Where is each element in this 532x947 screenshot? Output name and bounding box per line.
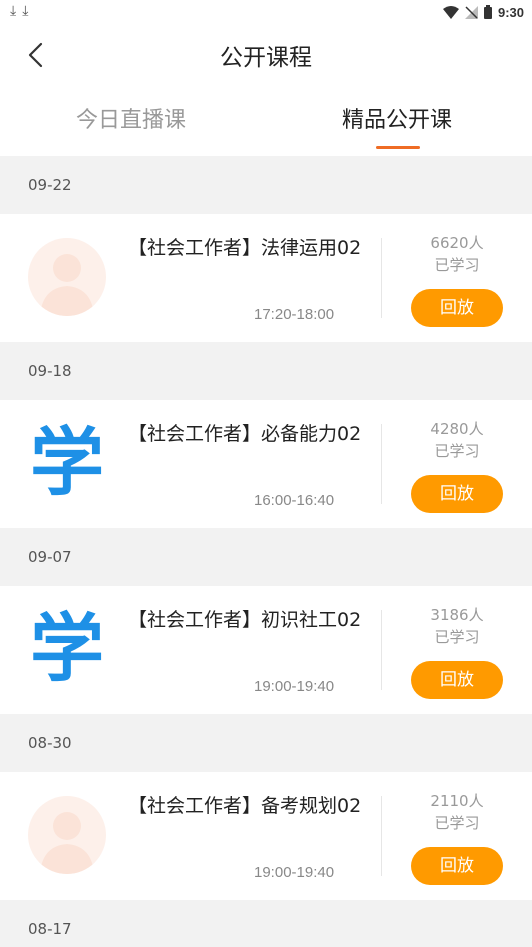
download-icons: ⤓⤓ xyxy=(10,3,34,19)
learner-number: 4280人 xyxy=(430,420,484,438)
course-title: 【社会工作者】初识社工02 xyxy=(128,609,362,631)
learner-number: 3186人 xyxy=(430,606,484,624)
divider xyxy=(381,796,382,876)
replay-button[interactable]: 回放 xyxy=(411,847,503,885)
xue-logo-icon: 学 xyxy=(30,606,104,692)
battery-icon xyxy=(483,5,492,19)
divider xyxy=(381,610,382,690)
course-title: 【社会工作者】必备能力02 xyxy=(128,423,362,445)
course-card[interactable]: 学 【社会工作者】初识社工02 19:00-19:40 3186人 已学习 回放 xyxy=(0,586,532,714)
status-icons: 9:30 xyxy=(442,4,524,20)
status-time: 9:30 xyxy=(497,4,524,20)
date-header: 08-30 xyxy=(0,714,532,772)
download-icon: ⤓ xyxy=(10,3,23,19)
course-time: 19:00-19:40 xyxy=(254,864,335,881)
date-header: 09-07 xyxy=(0,528,532,586)
avatar-placeholder-icon xyxy=(28,796,106,874)
tab-today-live[interactable]: 今日直播课 xyxy=(76,102,186,134)
learner-count: 4280人 已学习 xyxy=(398,418,516,462)
replay-button[interactable]: 回放 xyxy=(411,475,503,513)
learner-count: 2110人 已学习 xyxy=(398,790,516,834)
xue-logo-icon: 学 xyxy=(30,420,104,506)
active-tab-indicator xyxy=(376,146,420,149)
learner-number: 2110人 xyxy=(430,792,484,810)
divider xyxy=(381,424,382,504)
date-header: 09-22 xyxy=(0,156,532,214)
date-label: 08-17 xyxy=(28,920,72,938)
course-card[interactable]: 学 【社会工作者】必备能力02 16:00-16:40 4280人 已学习 回放 xyxy=(0,400,532,528)
learner-number: 6620人 xyxy=(430,234,484,252)
tab-bar: 今日直播课 精品公开课 xyxy=(0,84,532,156)
course-time: 19:00-19:40 xyxy=(254,678,335,695)
learned-label: 已学习 xyxy=(434,628,480,646)
replay-button[interactable]: 回放 xyxy=(411,289,503,327)
person-silhouette-icon xyxy=(40,254,94,316)
no-signal-icon xyxy=(464,5,478,19)
course-card[interactable]: 【社会工作者】法律运用02 17:20-18:00 6620人 已学习 回放 xyxy=(0,214,532,342)
date-label: 09-22 xyxy=(28,176,72,194)
course-time: 16:00-16:40 xyxy=(254,492,335,509)
learned-label: 已学习 xyxy=(434,442,480,460)
course-title: 【社会工作者】备考规划02 xyxy=(128,795,362,817)
status-bar: ⤓⤓ 9:30 xyxy=(0,0,532,24)
learner-count: 3186人 已学习 xyxy=(398,604,516,648)
learned-label: 已学习 xyxy=(434,256,480,274)
learned-label: 已学习 xyxy=(434,814,480,832)
replay-button[interactable]: 回放 xyxy=(411,661,503,699)
date-header: 09-18 xyxy=(0,342,532,400)
date-header: 08-17 xyxy=(0,900,532,947)
wifi-icon xyxy=(442,5,459,19)
header: 公开课程 xyxy=(0,24,532,84)
divider xyxy=(381,238,382,318)
course-title: 【社会工作者】法律运用02 xyxy=(128,237,362,259)
course-card[interactable]: 【社会工作者】备考规划02 19:00-19:40 2110人 已学习 回放 xyxy=(0,772,532,900)
course-time: 17:20-18:00 xyxy=(254,306,335,323)
date-label: 09-07 xyxy=(28,548,72,566)
avatar-placeholder-icon xyxy=(28,238,106,316)
date-label: 09-18 xyxy=(28,362,72,380)
page-title: 公开课程 xyxy=(220,45,312,71)
tab-quality-open-course[interactable]: 精品公开课 xyxy=(342,102,452,134)
person-silhouette-icon xyxy=(40,812,94,874)
date-label: 08-30 xyxy=(28,734,72,752)
download-icon: ⤓ xyxy=(22,3,35,19)
learner-count: 6620人 已学习 xyxy=(398,232,516,276)
